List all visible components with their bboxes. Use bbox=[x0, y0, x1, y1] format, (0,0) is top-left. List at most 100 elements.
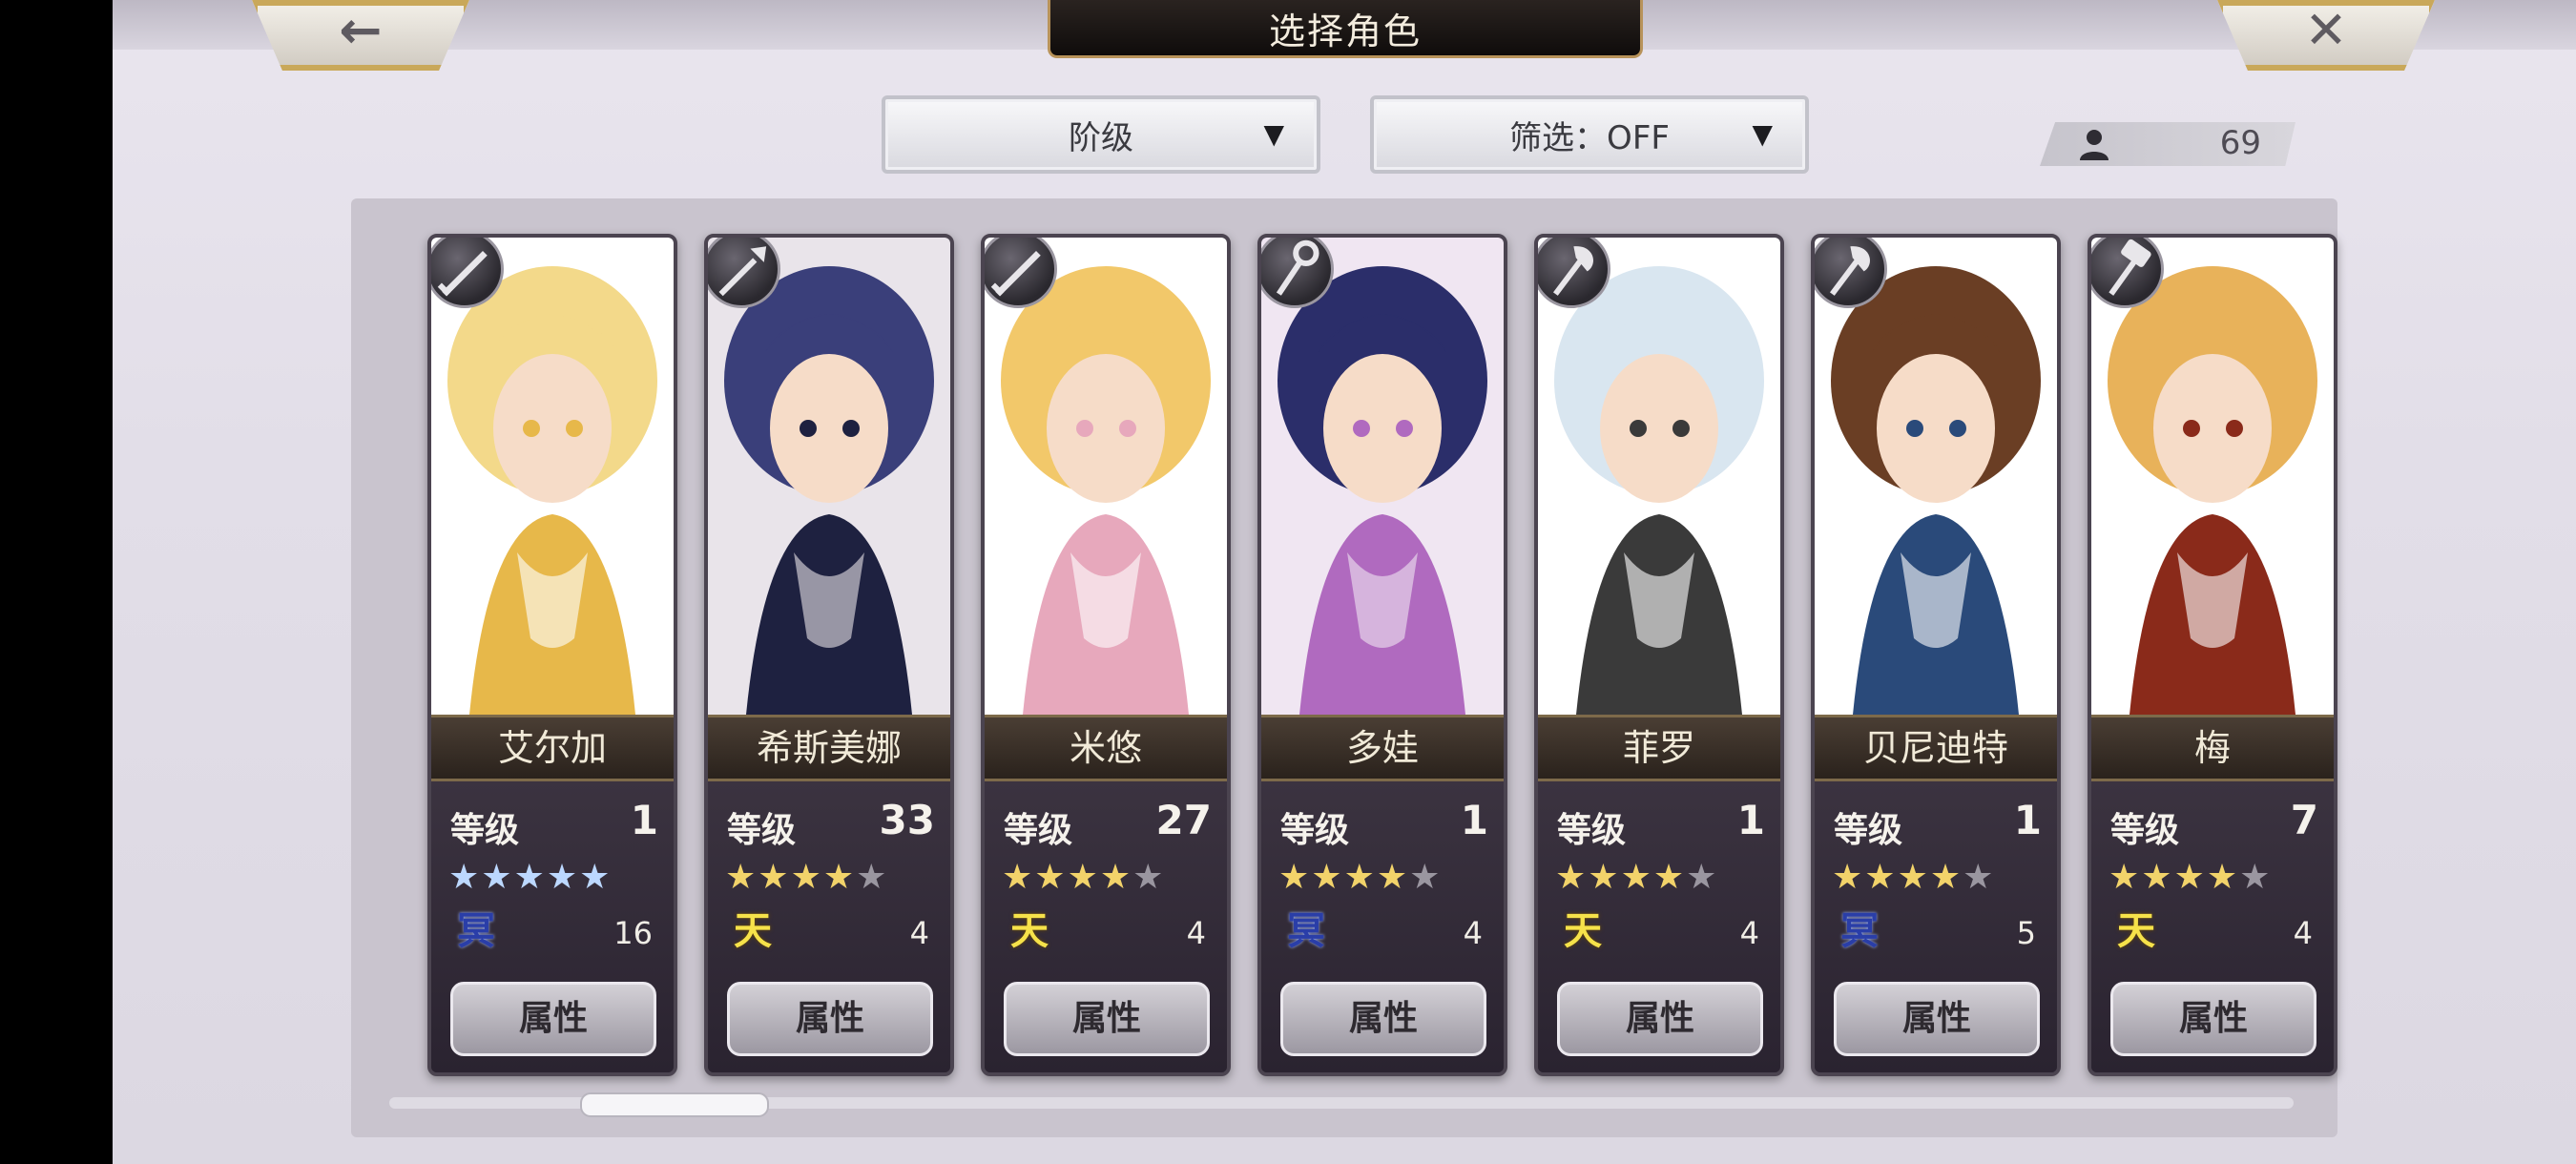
attributes-button[interactable]: 属性 bbox=[727, 982, 933, 1056]
unit-count: 4 bbox=[1463, 915, 1483, 951]
level-label: 等级 bbox=[2110, 811, 2180, 850]
unit-count: 5 bbox=[2016, 915, 2036, 951]
character-card[interactable]: 多娃 等级 1 ★★★★★ 冥 4 属性 bbox=[1257, 234, 1507, 1076]
star-filled-icon: ★ bbox=[2173, 858, 2207, 897]
star-filled-icon: ★ bbox=[513, 858, 547, 897]
star-filled-icon: ★ bbox=[790, 858, 823, 897]
star-filled-icon: ★ bbox=[758, 858, 791, 897]
character-portrait bbox=[708, 238, 950, 715]
character-portrait bbox=[431, 238, 674, 715]
character-portrait bbox=[985, 238, 1227, 715]
character-portrait bbox=[1815, 238, 2057, 715]
unit-count: 4 bbox=[909, 915, 929, 951]
star-filled-icon: ★ bbox=[1067, 858, 1100, 897]
star-filled-icon: ★ bbox=[1929, 858, 1963, 897]
character-card[interactable]: 米悠 等级 27 ★★★★★ 天 4 属性 bbox=[981, 234, 1231, 1076]
character-card[interactable]: 艾尔加 等级 1 ★★★★★ 冥 16 属性 bbox=[427, 234, 677, 1076]
character-info: 等级 1 ★★★★★ 冥 4 属性 bbox=[1261, 781, 1504, 1072]
star-filled-icon: ★ bbox=[1832, 858, 1865, 897]
level-label: 等级 bbox=[1004, 811, 1073, 850]
staff-icon bbox=[1261, 238, 1334, 308]
close-icon: ✕ bbox=[2304, 0, 2348, 60]
unit-count: 4 bbox=[1186, 915, 1206, 951]
star-filled-icon: ★ bbox=[1897, 858, 1930, 897]
star-filled-icon: ★ bbox=[1555, 858, 1589, 897]
unit-count: 16 bbox=[613, 915, 653, 951]
character-card[interactable]: 梅 等级 7 ★★★★★ 天 4 属性 bbox=[2088, 234, 2337, 1076]
level-value: 27 bbox=[1155, 797, 1212, 843]
star-filled-icon: ★ bbox=[1588, 858, 1621, 897]
star-empty-icon: ★ bbox=[1686, 858, 1719, 897]
rarity-stars: ★★★★★ bbox=[725, 858, 888, 897]
close-button[interactable]: ✕ bbox=[2217, 0, 2435, 71]
back-arrow-icon: ← bbox=[339, 0, 383, 60]
sort-dropdown[interactable]: 阶级 ▼ bbox=[882, 95, 1320, 174]
page-title: 选择角色 bbox=[1048, 0, 1643, 58]
character-name: 多娃 bbox=[1261, 715, 1504, 781]
star-empty-icon: ★ bbox=[2239, 858, 2273, 897]
character-card[interactable]: 贝尼迪特 等级 1 ★★★★★ 冥 5 属性 bbox=[1811, 234, 2061, 1076]
star-filled-icon: ★ bbox=[1620, 858, 1653, 897]
axe-icon bbox=[1538, 238, 1610, 308]
star-empty-icon: ★ bbox=[856, 858, 889, 897]
attributes-button[interactable]: 属性 bbox=[1557, 982, 1763, 1056]
character-info: 等级 1 ★★★★★ 冥 5 属性 bbox=[1815, 781, 2057, 1072]
axe-icon bbox=[1815, 238, 1887, 308]
character-name: 艾尔加 bbox=[431, 715, 674, 781]
level-value: 1 bbox=[2013, 797, 2042, 843]
star-empty-icon: ★ bbox=[1409, 858, 1443, 897]
unit-count: 4 bbox=[1739, 915, 1759, 951]
filter-dropdown[interactable]: 筛选：OFF ▼ bbox=[1370, 95, 1809, 174]
rarity-stars: ★★★★★ bbox=[1555, 858, 1718, 897]
star-filled-icon: ★ bbox=[1034, 858, 1068, 897]
level-label: 等级 bbox=[450, 811, 520, 850]
character-info: 等级 1 ★★★★★ 天 4 属性 bbox=[1538, 781, 1780, 1072]
rarity-stars: ★★★★★ bbox=[448, 858, 612, 897]
star-filled-icon: ★ bbox=[2109, 858, 2142, 897]
screen: ← ✕ 选择角色 阶级 ▼ 筛选：OFF ▼ 69 艾尔加 等级 1 ★★★★★… bbox=[113, 0, 2576, 1164]
attributes-button[interactable]: 属性 bbox=[1280, 982, 1486, 1056]
level-value: 1 bbox=[1736, 797, 1765, 843]
character-info: 等级 7 ★★★★★ 天 4 属性 bbox=[2091, 781, 2334, 1072]
hammer-icon bbox=[2091, 238, 2164, 308]
star-filled-icon: ★ bbox=[2206, 858, 2240, 897]
attributes-button[interactable]: 属性 bbox=[1834, 982, 2040, 1056]
star-filled-icon: ★ bbox=[481, 858, 514, 897]
star-filled-icon: ★ bbox=[822, 858, 857, 897]
character-card[interactable]: 希斯美娜 等级 33 ★★★★★ 天 4 属性 bbox=[704, 234, 954, 1076]
attributes-button[interactable]: 属性 bbox=[1004, 982, 1210, 1056]
star-empty-icon: ★ bbox=[1963, 858, 1996, 897]
star-filled-icon: ★ bbox=[1002, 858, 1035, 897]
back-button[interactable]: ← bbox=[252, 0, 469, 71]
rank-badge: 冥 bbox=[1287, 909, 1325, 953]
chevron-down-icon: ▼ bbox=[1752, 118, 1773, 150]
star-filled-icon: ★ bbox=[1652, 858, 1687, 897]
star-filled-icon: ★ bbox=[448, 858, 482, 897]
sword-icon bbox=[985, 238, 1057, 308]
character-portrait bbox=[2091, 238, 2334, 715]
spear-icon bbox=[708, 238, 780, 308]
level-label: 等级 bbox=[1280, 811, 1350, 850]
character-name: 希斯美娜 bbox=[708, 715, 950, 781]
star-filled-icon: ★ bbox=[2141, 858, 2174, 897]
level-value: 1 bbox=[1460, 797, 1488, 843]
rank-badge: 天 bbox=[2117, 909, 2155, 953]
star-filled-icon: ★ bbox=[1099, 858, 1133, 897]
rarity-stars: ★★★★★ bbox=[1832, 858, 1995, 897]
character-portrait bbox=[1261, 238, 1504, 715]
scroll-thumb[interactable] bbox=[580, 1092, 769, 1117]
character-card[interactable]: 菲罗 等级 1 ★★★★★ 天 4 属性 bbox=[1534, 234, 1784, 1076]
star-filled-icon: ★ bbox=[1343, 858, 1377, 897]
filter-dropdown-label: 筛选：OFF bbox=[1509, 118, 1670, 157]
attributes-button[interactable]: 属性 bbox=[2110, 982, 2316, 1056]
star-filled-icon: ★ bbox=[1278, 858, 1312, 897]
attributes-button[interactable]: 属性 bbox=[450, 982, 656, 1056]
star-filled-icon: ★ bbox=[1376, 858, 1410, 897]
character-info: 等级 33 ★★★★★ 天 4 属性 bbox=[708, 781, 950, 1072]
rank-badge: 冥 bbox=[457, 909, 495, 953]
star-empty-icon: ★ bbox=[1132, 858, 1166, 897]
roster-count-value: 69 bbox=[2219, 124, 2261, 162]
chevron-down-icon: ▼ bbox=[1263, 118, 1284, 150]
character-info: 等级 27 ★★★★★ 天 4 属性 bbox=[985, 781, 1227, 1072]
sort-dropdown-label: 阶级 bbox=[1069, 118, 1133, 157]
